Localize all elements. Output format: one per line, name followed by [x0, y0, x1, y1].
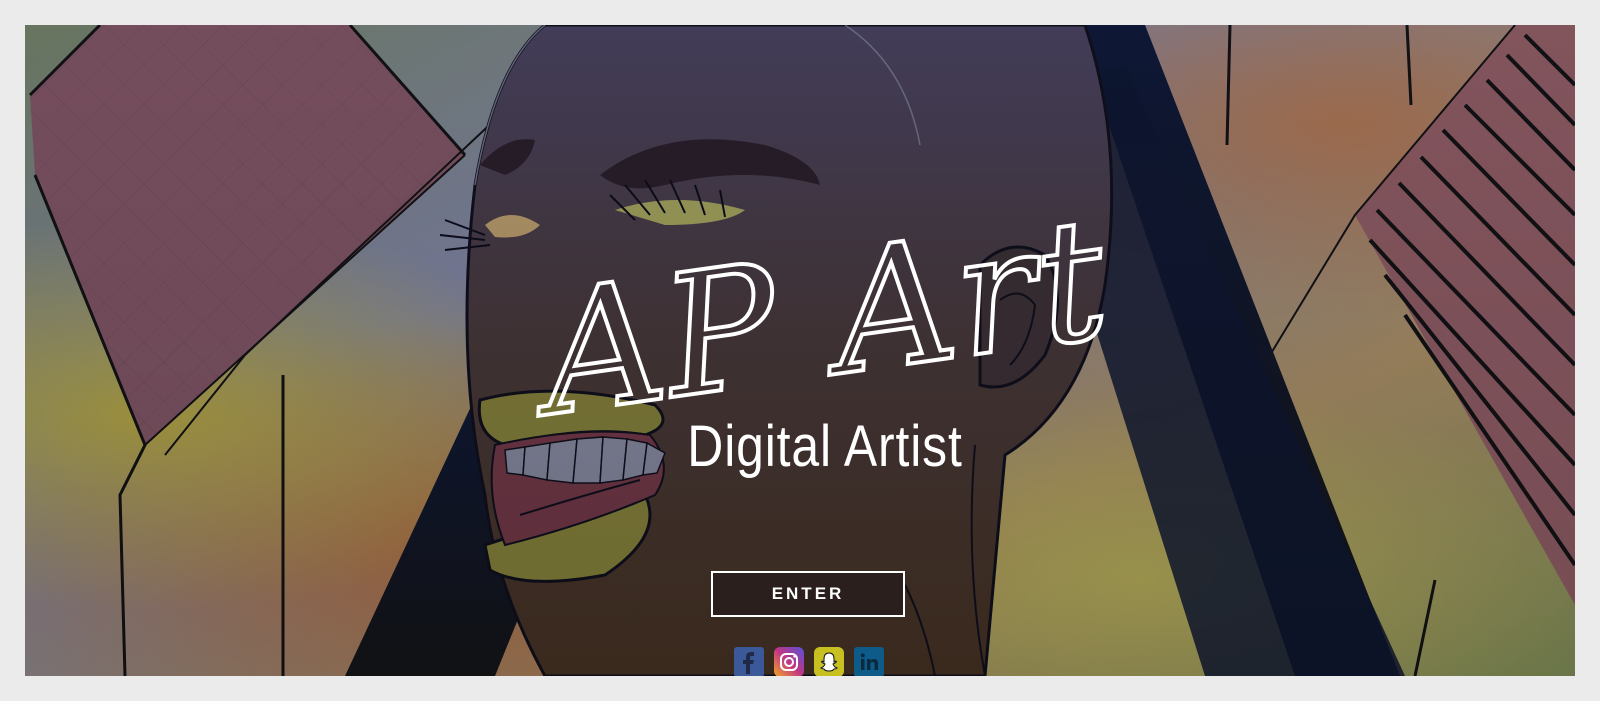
- enter-button[interactable]: ENTER: [711, 571, 905, 617]
- page-subtitle: Digital Artist: [687, 414, 963, 479]
- snapchat-icon[interactable]: [814, 647, 844, 676]
- site-logo[interactable]: AP Art: [395, 200, 1255, 420]
- linkedin-icon[interactable]: [854, 647, 884, 676]
- hero-frame: AP Art Digital Artist ENTER: [25, 25, 1575, 676]
- facebook-icon[interactable]: [734, 647, 764, 676]
- instagram-icon[interactable]: [774, 647, 804, 676]
- logo-text: AP Art: [516, 200, 1120, 420]
- social-links: [734, 647, 884, 676]
